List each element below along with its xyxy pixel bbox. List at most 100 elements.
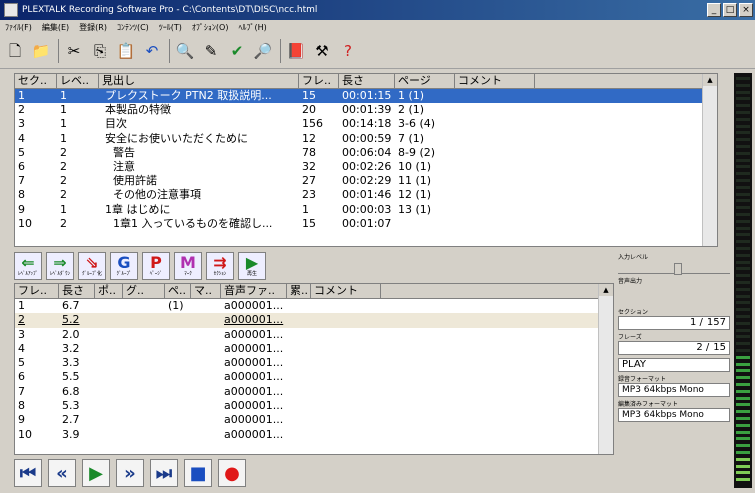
table-row[interactable]: 9 1 1章 はじめに 1 00:00:03 13 (1) — [15, 203, 717, 217]
col-phrase[interactable]: フレ.. — [15, 284, 59, 298]
edit-button-label: ﾚﾍﾞﾙｱｯﾌﾟ — [17, 271, 38, 277]
table-row[interactable]: 1 6.7 (1) a000001... — [15, 299, 613, 313]
skip-to-end-button[interactable]: ⏭ — [150, 459, 178, 487]
open-folder-icon[interactable]: 📁 — [30, 40, 52, 62]
table-row[interactable]: 5 2 警告 78 00:06:04 8-9 (2) — [15, 146, 717, 160]
table-row[interactable]: 7 2 使用許諾 27 00:02:29 11 (1) — [15, 174, 717, 188]
edit-button-8[interactable]: ▶ 再生 — [238, 252, 266, 280]
edit-button-3[interactable]: ⇘ ｸﾞﾙｰﾌﾟ化 — [78, 252, 106, 280]
meter-segment — [736, 158, 750, 162]
table-row[interactable]: 6 5.5 a000001... — [15, 370, 613, 384]
cut-icon[interactable]: ✂ — [63, 40, 85, 62]
edit-button-1[interactable]: ⇐ ﾚﾍﾞﾙｱｯﾌﾟ — [14, 252, 42, 280]
col-page[interactable]: ページ — [395, 74, 455, 88]
heading-cell: 1章1 入っているものを確認し... — [113, 216, 273, 230]
phrase-count-cell: 15 — [302, 216, 316, 230]
section-list-scrollbar[interactable]: ▲ — [702, 74, 717, 246]
edit-button-6[interactable]: M ﾏｰｸ — [174, 252, 202, 280]
rewind-button[interactable]: « — [48, 459, 76, 487]
table-row[interactable]: 10 2 1章1 入っているものを確認し... 15 00:01:07 — [15, 217, 717, 231]
table-row[interactable]: 4 3.2 a000001... — [15, 342, 613, 356]
page-cell — [165, 428, 191, 442]
col-heading[interactable]: 見出し — [99, 74, 299, 88]
group-cell — [123, 356, 165, 370]
col-level[interactable]: レベ.. — [57, 74, 99, 88]
paste-icon[interactable]: 📋 — [115, 40, 137, 62]
close-button[interactable]: × — [739, 3, 753, 17]
fast-forward-button[interactable]: » — [116, 459, 144, 487]
menu-options[interactable]: ｵﾌﾟｼｮﾝ(O) — [187, 22, 234, 33]
table-row[interactable]: 8 5.3 a000001... — [15, 399, 613, 413]
col-comment[interactable]: コメント — [311, 284, 381, 298]
menu-edit[interactable]: 編集(E) — [37, 22, 74, 33]
table-row[interactable]: 4 1 安全にお使いいただくために 12 00:00:59 7 (1) — [15, 132, 717, 146]
skip-to-start-button[interactable]: ⏮ — [14, 459, 42, 487]
zoom-icon[interactable]: 🔎 — [252, 40, 274, 62]
maximize-button[interactable]: □ — [723, 3, 737, 17]
col-audio-file[interactable]: 音声ファ.. — [221, 284, 287, 298]
menu-register[interactable]: 登録(R) — [74, 22, 112, 33]
play-button[interactable]: ▶ — [82, 459, 110, 487]
scroll-up-icon[interactable]: ▲ — [599, 284, 613, 296]
record-button[interactable]: ● — [218, 459, 246, 487]
book-icon[interactable]: 📕 — [285, 40, 307, 62]
table-row[interactable]: 1 1 プレクストーク PTN2 取扱説明... 15 00:01:15 1 (1) — [15, 89, 717, 104]
table-row[interactable]: 6 2 注意 32 00:02:26 10 (1) — [15, 160, 717, 174]
col-length[interactable]: 長さ — [59, 284, 95, 298]
col-section[interactable]: セク.. — [15, 74, 57, 88]
phrase-list[interactable]: フレ.. 長さ ポ.. グ.. ペ.. マ.. 音声ファ.. 累.. コメント … — [14, 283, 614, 455]
length-cell: 6.7 — [62, 299, 80, 312]
col-phrases[interactable]: フレ.. — [299, 74, 339, 88]
edit-button-2[interactable]: ⇒ ﾚﾍﾞﾙﾀﾞｳﾝ — [46, 252, 74, 280]
meter-segment — [736, 226, 750, 230]
table-row[interactable]: 3 1 目次 156 00:14:18 3-6 (4) — [15, 117, 717, 131]
tools-icon[interactable]: ⚒ — [311, 40, 333, 62]
table-row[interactable]: 2 5.2 a000001... — [15, 313, 613, 328]
table-row[interactable]: 8 2 その他の注意事項 23 00:01:46 12 (1) — [15, 188, 717, 202]
table-row[interactable]: 9 2.7 a000001... — [15, 413, 613, 427]
meter-segment — [736, 451, 750, 454]
edit-button-icon: ▶ — [245, 253, 259, 272]
col-comment[interactable]: コメント — [455, 74, 535, 88]
edit-button-7[interactable]: ⇉ ｾｸｼｮﾝ — [206, 252, 234, 280]
slider-thumb[interactable] — [674, 263, 682, 275]
new-file-icon[interactable]: 🗋 — [4, 40, 26, 62]
scroll-up-icon[interactable]: ▲ — [703, 74, 717, 86]
col-group[interactable]: グ.. — [123, 284, 165, 298]
table-row[interactable]: 2 1 本製品の特徴 20 00:01:39 2 (1) — [15, 103, 717, 117]
menu-tools[interactable]: ﾂｰﾙ(T) — [154, 22, 187, 33]
menu-content[interactable]: ｺﾝﾃﾝﾂ(C) — [112, 22, 154, 33]
rec-format-display: MP3 64kbps Mono — [618, 383, 730, 397]
edit-button-4[interactable]: G ｸﾞﾙｰﾌﾟ — [110, 252, 138, 280]
edit-icon[interactable]: ✎ — [200, 40, 222, 62]
section-list[interactable]: セク.. レベ.. 見出し フレ.. 長さ ページ コメント 1 1 プレクストーク… — [14, 73, 718, 247]
table-row[interactable]: 10 3.9 a000001... — [15, 428, 613, 442]
level-cell: 2 — [60, 159, 67, 173]
table-row[interactable]: 3 2.0 a000001... — [15, 328, 613, 342]
page-cell — [165, 313, 191, 327]
copy-icon[interactable]: ⎘ — [89, 40, 111, 62]
minimize-button[interactable]: _ — [707, 3, 721, 17]
table-row[interactable]: 7 6.8 a000001... — [15, 385, 613, 399]
input-level-slider[interactable] — [618, 263, 730, 275]
phrase-count-cell: 1 — [302, 202, 309, 216]
col-length[interactable]: 長さ — [339, 74, 395, 88]
group-cell — [123, 385, 165, 399]
table-row[interactable]: 5 3.3 a000001... — [15, 356, 613, 370]
edit-button-label: ﾚﾍﾞﾙﾀﾞｳﾝ — [49, 271, 70, 277]
find-icon[interactable]: 🔍 — [174, 40, 196, 62]
col-mark[interactable]: マ.. — [191, 284, 221, 298]
col-page[interactable]: ペ.. — [165, 284, 191, 298]
undo-icon[interactable]: ↶ — [141, 40, 163, 62]
phrase-list-scrollbar[interactable]: ▲ — [598, 284, 613, 454]
check-icon[interactable]: ✔ — [226, 40, 248, 62]
col-cumulative[interactable]: 累.. — [287, 284, 311, 298]
col-pause[interactable]: ポ.. — [95, 284, 123, 298]
level-cell: 1 — [60, 131, 67, 145]
stop-button[interactable]: ■ — [184, 459, 212, 487]
edit-button-5[interactable]: P ﾍﾟｰｼﾞ — [142, 252, 170, 280]
menu-file[interactable]: ﾌｧｲﾙ(F) — [0, 22, 37, 33]
menu-help[interactable]: ﾍﾙﾌﾟ(H) — [233, 22, 271, 33]
meter-segment — [736, 437, 750, 441]
help-icon[interactable]: ? — [337, 40, 359, 62]
